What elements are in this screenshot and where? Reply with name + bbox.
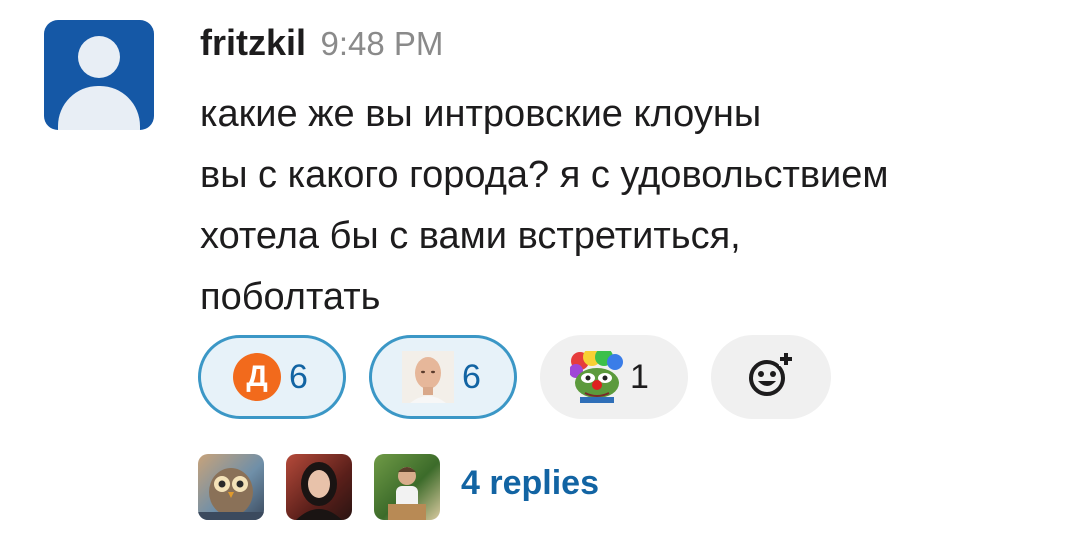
reaction-count: 6 <box>289 357 308 396</box>
message-line: поболтать <box>200 276 381 318</box>
timestamp[interactable]: 9:48 PM <box>320 25 443 62</box>
add-reaction-button[interactable] <box>711 335 831 419</box>
reaction-count: 1 <box>630 357 649 396</box>
reaction-pepe-clown[interactable]: 1 <box>540 335 688 419</box>
message-avatar[interactable] <box>44 20 154 130</box>
replies-link[interactable]: 4 replies <box>461 464 599 503</box>
message-body: какие же вы интровские клоуны вы с каког… <box>200 84 1060 328</box>
smiley-plus-icon <box>745 349 797 406</box>
message-line: вы с какого города? я с удовольствием <box>200 154 889 196</box>
bald-man-photo-icon <box>402 351 454 403</box>
pepe-clown-icon <box>569 348 623 403</box>
owl-avatar[interactable] <box>198 454 264 520</box>
reaction-d-logo[interactable]: Д 6 <box>198 335 346 419</box>
avatar-body <box>58 86 140 130</box>
message-line: хотела бы с вами встретиться, <box>200 215 741 257</box>
avatar-head <box>78 36 120 78</box>
reaction-count: 6 <box>462 357 481 396</box>
reaction-bald-man[interactable]: 6 <box>369 335 517 419</box>
man-avatar[interactable] <box>374 454 440 520</box>
woman-avatar[interactable] <box>286 454 352 520</box>
orange-d-logo-icon: Д <box>233 353 281 401</box>
message-line: какие же вы интровские клоуны <box>200 93 762 135</box>
username[interactable]: fritzkil <box>200 22 306 63</box>
message-header: fritzkil 9:48 PM <box>200 22 443 72</box>
